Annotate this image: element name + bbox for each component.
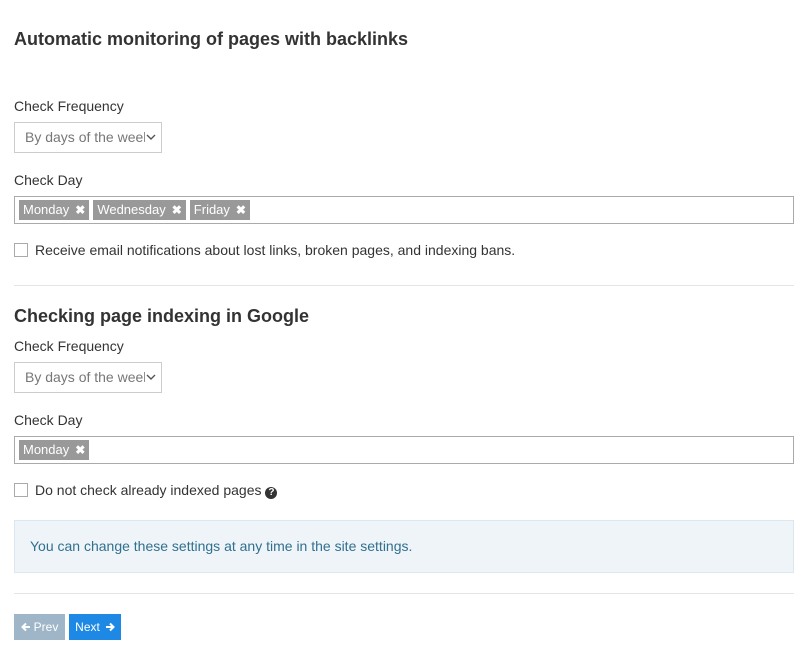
- check-day-label: Check Day: [14, 172, 83, 188]
- divider: [14, 285, 794, 286]
- prev-button[interactable]: Prev: [14, 614, 65, 640]
- next-button-label: Next: [75, 620, 100, 634]
- times-icon[interactable]: ✖: [172, 200, 182, 220]
- day-tag: Wednesday ✖: [93, 200, 186, 220]
- check-day-multiselect[interactable]: Monday ✖: [14, 436, 794, 464]
- email-notifications-label: Receive email notifications about lost l…: [35, 242, 516, 258]
- times-icon[interactable]: ✖: [75, 200, 85, 220]
- chevron-down-icon: [146, 134, 156, 140]
- prev-button-label: Prev: [33, 620, 59, 634]
- times-icon[interactable]: ✖: [75, 440, 85, 460]
- arrow-right-icon: [105, 622, 115, 632]
- check-day-label: Check Day: [14, 412, 83, 428]
- divider: [14, 593, 794, 594]
- check-day-multiselect[interactable]: Monday ✖ Wednesday ✖ Friday ✖: [14, 196, 794, 224]
- day-tag-label: Friday: [193, 202, 230, 217]
- arrow-left-icon: [20, 622, 30, 632]
- question-circle-icon[interactable]: ?: [265, 487, 278, 499]
- section-title-indexing: Checking page indexing in Google: [14, 306, 310, 326]
- day-tag-label: Monday: [23, 442, 70, 457]
- check-frequency-select[interactable]: By days of the week: [14, 122, 162, 153]
- day-tag: Monday ✖: [19, 440, 90, 460]
- chevron-down-icon: [146, 374, 156, 380]
- email-notifications-checkbox[interactable]: [14, 243, 28, 257]
- day-tag: Friday ✖: [189, 200, 250, 220]
- check-frequency-label: Check Frequency: [14, 338, 124, 354]
- day-tag: Monday ✖: [19, 200, 90, 220]
- skip-indexed-checkbox[interactable]: [14, 483, 28, 497]
- check-frequency-value: By days of the week: [25, 369, 145, 385]
- info-alert-text: You can change these settings at any tim…: [30, 538, 413, 554]
- day-tag-label: Monday: [23, 202, 70, 217]
- info-alert: You can change these settings at any tim…: [14, 520, 794, 573]
- times-icon[interactable]: ✖: [236, 200, 246, 220]
- section-title-monitoring: Automatic monitoring of pages with backl…: [14, 29, 409, 49]
- skip-indexed-text: Do not check already indexed pages: [35, 482, 262, 498]
- check-frequency-label: Check Frequency: [14, 98, 124, 114]
- check-frequency-select[interactable]: By days of the week: [14, 362, 162, 393]
- check-frequency-value: By days of the week: [25, 129, 145, 145]
- next-button[interactable]: Next: [69, 614, 121, 640]
- day-tag-label: Wednesday: [97, 202, 166, 217]
- skip-indexed-label: Do not check already indexed pages ?: [35, 481, 278, 499]
